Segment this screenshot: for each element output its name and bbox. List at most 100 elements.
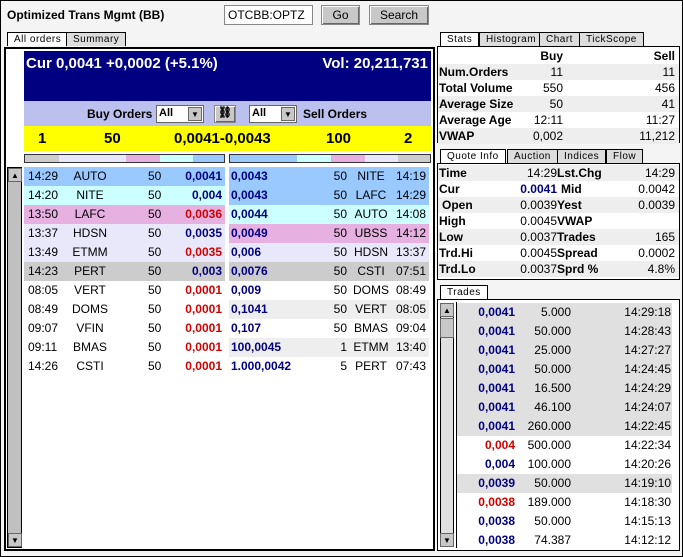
sell-order-row[interactable]: 0,0076 50 CSTI 07:51 (229, 262, 429, 281)
order-price: 100,0045 (231, 340, 282, 354)
buy-order-row[interactable]: 13:49 ETMM 50 0,0035 (24, 243, 225, 262)
tab-indices[interactable]: Indices (557, 149, 607, 163)
buy-order-row[interactable]: 08:05 VERT 50 0,0001 (24, 281, 225, 300)
market-maker: AUTO (354, 207, 388, 221)
buy-order-row[interactable]: 08:49 DOMS 50 0,0001 (24, 300, 225, 319)
sell-order-row[interactable]: 0,0043 50 NITE 14:19 (229, 167, 429, 186)
order-time: 14:29 (395, 188, 426, 202)
order-time: 14:08 (395, 207, 426, 221)
tab-quote-info[interactable]: Quote Info (440, 149, 506, 163)
sell-order-row[interactable]: 100,0045 1 ETMM 13:40 (229, 338, 429, 357)
go-button[interactable]: Go (321, 5, 360, 25)
trade-price: 0,0038 (478, 514, 515, 528)
order-time: 14:23 (28, 264, 59, 278)
trades-scrollbar[interactable]: ▲ ▼ (440, 303, 454, 547)
order-price: 0,003 (191, 264, 222, 278)
market-maker: DOMS (353, 283, 389, 297)
scroll-down-icon[interactable]: ▼ (8, 533, 22, 547)
trade-row[interactable]: 0,0041 16.500 14:24:29 (457, 379, 672, 398)
tab-summary[interactable]: Summary (66, 32, 127, 46)
stats-sell: 11,212 (639, 129, 675, 143)
trade-row[interactable]: 0,0041 260.000 14:22:45 (457, 417, 672, 436)
trade-row[interactable]: 0,0038 189.000 14:18:30 (457, 493, 672, 512)
quote-label: VWAP (557, 214, 593, 228)
trade-row[interactable]: 0,0041 50.000 14:28:43 (457, 322, 672, 341)
sell-order-row[interactable]: 0,006 50 HDSN 13:37 (229, 243, 429, 262)
order-size: 50 (333, 283, 347, 297)
buy-order-row[interactable]: 13:37 HDSN 50 0,0035 (24, 224, 225, 243)
scroll-thumb[interactable] (440, 318, 454, 338)
trade-row[interactable]: 0,0038 74.387 14:12:12 (457, 531, 672, 550)
trade-price: 0,0041 (478, 362, 515, 376)
scroll-up-icon[interactable]: ▲ (8, 168, 22, 182)
order-price: 0,009 (231, 283, 262, 297)
order-price: 0,0035 (185, 226, 222, 240)
tab-flow[interactable]: Flow (606, 149, 644, 163)
order-price: 0,0001 (185, 359, 222, 373)
order-price: 0,0036 (185, 207, 222, 221)
scroll-up-icon[interactable]: ▲ (440, 303, 454, 317)
market-maker: BMAS (72, 340, 107, 354)
tab-stats[interactable]: Stats (440, 32, 480, 46)
buy-order-row[interactable]: 14:29 AUTO 50 0,0041 (24, 167, 225, 186)
quote-label: Low (439, 230, 463, 244)
sell-orders-select[interactable]: All ▼ (249, 105, 297, 123)
trade-size: 100.000 (527, 457, 571, 471)
trade-row[interactable]: 0,0038 50.000 14:15:13 (457, 512, 672, 531)
buy-orders-select[interactable]: All ▼ (156, 105, 204, 123)
chevron-down-icon: ▼ (188, 107, 202, 121)
quote-value: 0.0037 (520, 230, 557, 244)
trade-row[interactable]: 0,0041 50.000 14:24:45 (457, 360, 672, 379)
stats-buy: 0,002 (532, 129, 563, 143)
tab-histogram[interactable]: Histogram (479, 32, 544, 46)
sell-order-row[interactable]: 0,009 50 DOMS 08:49 (229, 281, 429, 300)
sell-order-row[interactable]: 0,1041 50 VERT 08:05 (229, 300, 429, 319)
tab-tickscope[interactable]: TickScope (579, 32, 644, 46)
trade-row[interactable]: 0,004 100.000 14:20:26 (457, 455, 672, 474)
trade-row[interactable]: 0,0041 25.000 14:27:27 (457, 341, 672, 360)
order-size: 50 (333, 226, 347, 240)
sell-order-row[interactable]: 0,0044 50 AUTO 14:08 (229, 205, 429, 224)
trade-size: 16.500 (534, 381, 571, 395)
tab-trades[interactable]: Trades (440, 285, 488, 299)
market-maker: CSTI (357, 264, 385, 278)
trade-time: 14:12:12 (624, 533, 671, 547)
sell-order-row[interactable]: 0,0049 50 UBSS 14:12 (229, 224, 429, 243)
trade-row[interactable]: 0,0039 50.000 14:19:10 (457, 474, 672, 493)
order-time: 08:05 (28, 283, 59, 297)
quote-value: 14:29 (644, 166, 675, 180)
buy-order-row[interactable]: 09:11 BMAS 50 0,0001 (24, 338, 225, 357)
buy-order-row[interactable]: 09:07 VFIN 50 0,0001 (24, 319, 225, 338)
stats-sell: 41 (661, 97, 675, 111)
market-maker: HDSN (72, 226, 107, 240)
filter-bar: Buy Orders All ▼ ⛓ All ▼ Sell Orders (24, 101, 431, 126)
market-maker: PERT (355, 359, 387, 373)
sell-order-row[interactable]: 1.000,0042 5 PERT 07:43 (229, 357, 429, 376)
trade-row[interactable]: 0,0041 46.100 14:24:07 (457, 398, 672, 417)
sell-order-row[interactable]: 0,107 50 BMAS 09:04 (229, 319, 429, 338)
trade-row[interactable]: 0,004 500.000 14:22:34 (457, 436, 672, 455)
trade-price: 0,0041 (478, 419, 515, 433)
search-button[interactable]: Search (369, 5, 429, 25)
order-price: 0,0001 (185, 302, 222, 316)
buy-order-row[interactable]: 14:26 CSTI 50 0,0001 (24, 357, 225, 376)
buy-order-row[interactable]: 14:23 PERT 50 0,003 (24, 262, 225, 281)
tab-all-orders[interactable]: All orders (7, 32, 69, 46)
order-size: 50 (333, 188, 347, 202)
buy-order-row[interactable]: 13:50 LAFC 50 0,0036 (24, 205, 225, 224)
stats-label: Average Size (439, 97, 514, 111)
stats-sell-header: Sell (653, 49, 675, 63)
buy-order-row[interactable]: 14:20 NITE 50 0,004 (24, 186, 225, 205)
symbol-input[interactable] (224, 5, 313, 25)
market-maker: VFIN (76, 321, 104, 335)
trade-row[interactable]: 0,0041 5.000 14:29:18 (457, 303, 672, 322)
tab-auction[interactable]: Auction (507, 149, 558, 163)
market-maker: CSTI (76, 359, 104, 373)
order-time: 09:07 (28, 321, 59, 335)
scroll-down-icon[interactable]: ▼ (440, 533, 454, 547)
link-icon[interactable]: ⛓ (214, 105, 236, 123)
sell-order-row[interactable]: 0,0043 50 LAFC 14:29 (229, 186, 429, 205)
order-book-scrollbar[interactable]: ▲ ▼ (7, 167, 22, 548)
trade-time: 14:24:45 (624, 362, 671, 376)
tab-chart[interactable]: Chart (539, 32, 580, 46)
